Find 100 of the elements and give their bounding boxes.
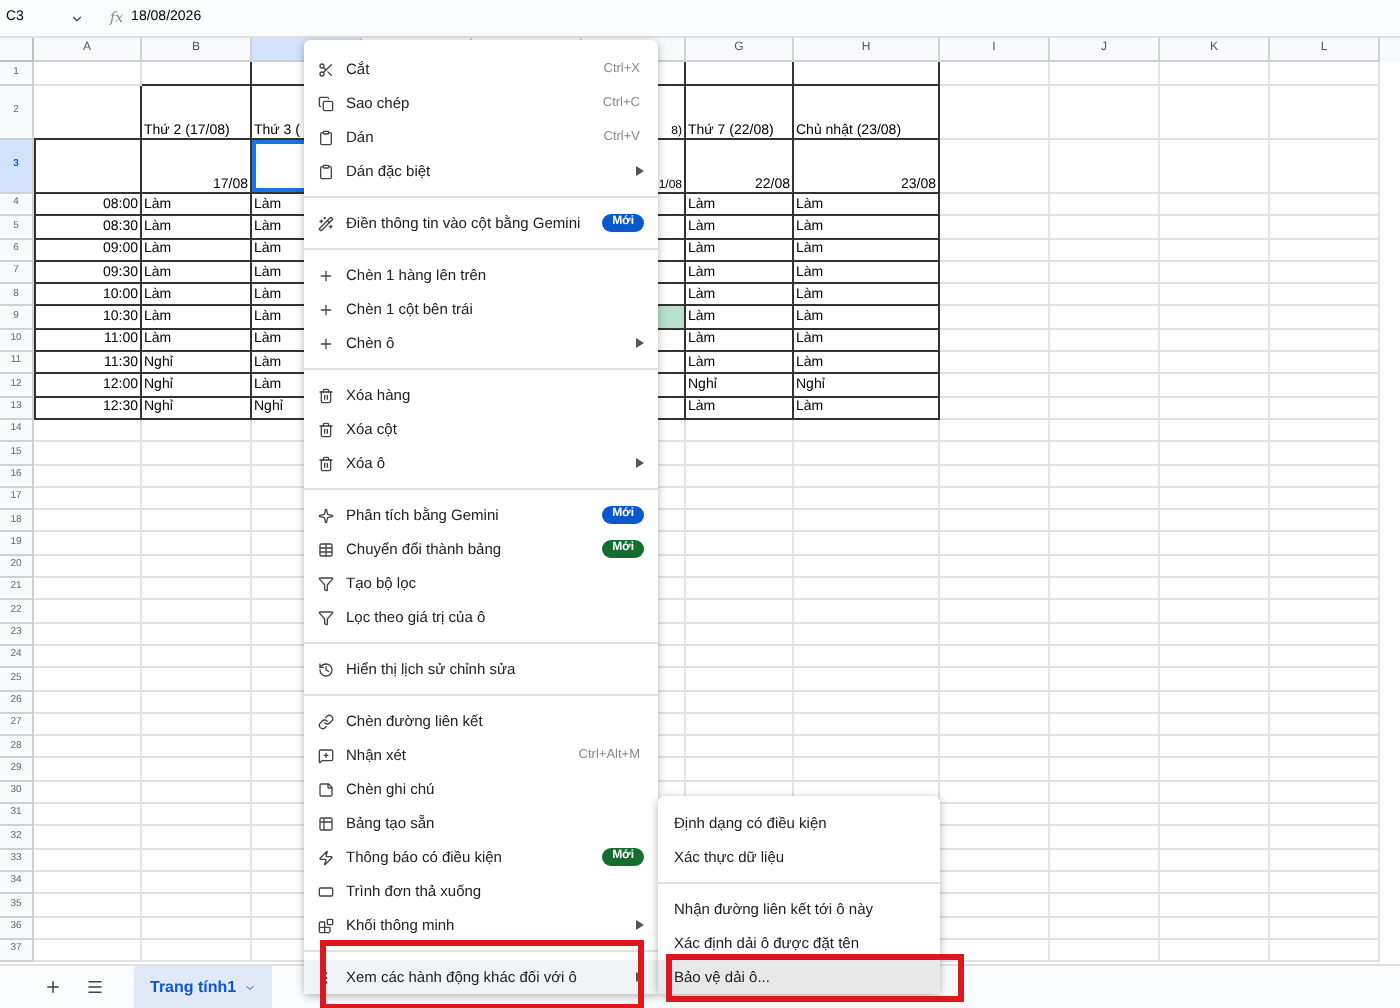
table-cell bbox=[1270, 804, 1380, 827]
table-cell bbox=[34, 578, 142, 601]
table-cell bbox=[1270, 600, 1380, 624]
table-cell bbox=[34, 713, 142, 737]
table-cell bbox=[940, 352, 1050, 375]
table-cell bbox=[1270, 487, 1380, 511]
table-cell bbox=[940, 216, 1050, 240]
table-cell bbox=[940, 645, 1050, 669]
table-cell bbox=[686, 668, 794, 692]
table-cell bbox=[1270, 736, 1380, 759]
table-cell bbox=[940, 555, 1050, 579]
table-cell bbox=[34, 736, 142, 759]
table-cell bbox=[1050, 239, 1160, 262]
filter-icon bbox=[318, 609, 334, 625]
table-cell bbox=[1160, 691, 1270, 714]
table-cell bbox=[940, 140, 1050, 194]
table-icon bbox=[318, 815, 334, 831]
table-cell bbox=[940, 487, 1050, 511]
lightning-icon bbox=[318, 849, 334, 865]
table-cell bbox=[1050, 804, 1160, 827]
caret-icon bbox=[636, 972, 644, 982]
table-cell bbox=[940, 306, 1050, 330]
table-cell bbox=[1050, 86, 1160, 140]
table-cell bbox=[1160, 510, 1270, 533]
note-icon bbox=[318, 781, 334, 797]
table-cell bbox=[1270, 329, 1380, 353]
table-cell bbox=[686, 623, 794, 646]
table-cell bbox=[1050, 261, 1160, 285]
table-cell bbox=[940, 691, 1050, 714]
table-cell bbox=[1050, 555, 1160, 579]
table-cell bbox=[1160, 465, 1270, 488]
plus-icon bbox=[318, 267, 334, 283]
caret-icon bbox=[244, 981, 257, 993]
table-cell bbox=[1270, 691, 1380, 714]
table-cell bbox=[142, 465, 252, 488]
table-cell bbox=[686, 532, 794, 556]
table-cell bbox=[940, 578, 1050, 601]
dropdown-icon[interactable] bbox=[70, 11, 84, 25]
table-cell bbox=[1050, 600, 1160, 624]
table-cell bbox=[34, 691, 142, 714]
table-cell bbox=[1050, 623, 1160, 646]
table-cell bbox=[1160, 826, 1270, 850]
table-cell bbox=[1050, 532, 1160, 556]
table-cell bbox=[940, 623, 1050, 646]
table-cell bbox=[940, 781, 1050, 805]
trash-icon bbox=[318, 455, 334, 471]
table-cell bbox=[1270, 871, 1380, 895]
table-cell bbox=[34, 86, 142, 140]
table-cell bbox=[1160, 894, 1270, 917]
sparkle-icon bbox=[318, 507, 334, 523]
table-cell bbox=[1050, 487, 1160, 511]
add-sheet-icon[interactable] bbox=[44, 978, 62, 996]
table-cell bbox=[1270, 826, 1380, 850]
caret-icon bbox=[636, 458, 644, 468]
table-cell bbox=[34, 781, 142, 805]
table-cell bbox=[1160, 261, 1270, 285]
table-cell bbox=[1050, 510, 1160, 533]
table-cell bbox=[1270, 510, 1380, 533]
table-cell bbox=[1270, 894, 1380, 917]
table-cell bbox=[1160, 194, 1270, 217]
table-cell bbox=[686, 736, 794, 759]
table-cell bbox=[1050, 668, 1160, 692]
plus-icon bbox=[318, 301, 334, 317]
table-cell bbox=[686, 645, 794, 669]
table-cell bbox=[1160, 397, 1270, 420]
table-cell bbox=[142, 917, 252, 940]
table-cell bbox=[34, 555, 142, 579]
table-cell bbox=[686, 465, 794, 488]
sheet-tab[interactable]: Trang tính1 bbox=[134, 965, 273, 1008]
table-cell bbox=[1270, 62, 1380, 86]
scissors-icon bbox=[318, 61, 334, 77]
table-cell bbox=[1160, 532, 1270, 556]
table-cell bbox=[142, 849, 252, 872]
table-cell bbox=[686, 62, 794, 86]
table-cell bbox=[34, 623, 142, 646]
table-cell bbox=[1270, 849, 1380, 872]
table-cell bbox=[1270, 623, 1380, 646]
table-cell bbox=[1270, 140, 1380, 194]
table-cell bbox=[1270, 713, 1380, 737]
table-cell bbox=[1270, 284, 1380, 307]
all-sheets-icon[interactable] bbox=[86, 978, 104, 996]
table-cell bbox=[142, 691, 252, 714]
table-cell bbox=[940, 510, 1050, 533]
table-cell bbox=[1160, 578, 1270, 601]
history-icon bbox=[318, 661, 334, 677]
table-cell bbox=[1270, 578, 1380, 601]
caret-icon bbox=[636, 338, 644, 348]
table-icon bbox=[318, 541, 334, 557]
table-cell bbox=[1270, 86, 1380, 140]
table-cell bbox=[940, 261, 1050, 285]
table-cell bbox=[1050, 917, 1160, 940]
table-cell bbox=[1050, 284, 1160, 307]
table-cell bbox=[34, 826, 142, 850]
table-cell bbox=[34, 849, 142, 872]
table-cell bbox=[1160, 419, 1270, 443]
table-cell bbox=[1160, 62, 1270, 86]
table-cell bbox=[686, 442, 794, 466]
table-cell bbox=[34, 917, 142, 940]
table-cell bbox=[940, 284, 1050, 307]
table-cell bbox=[1160, 849, 1270, 872]
